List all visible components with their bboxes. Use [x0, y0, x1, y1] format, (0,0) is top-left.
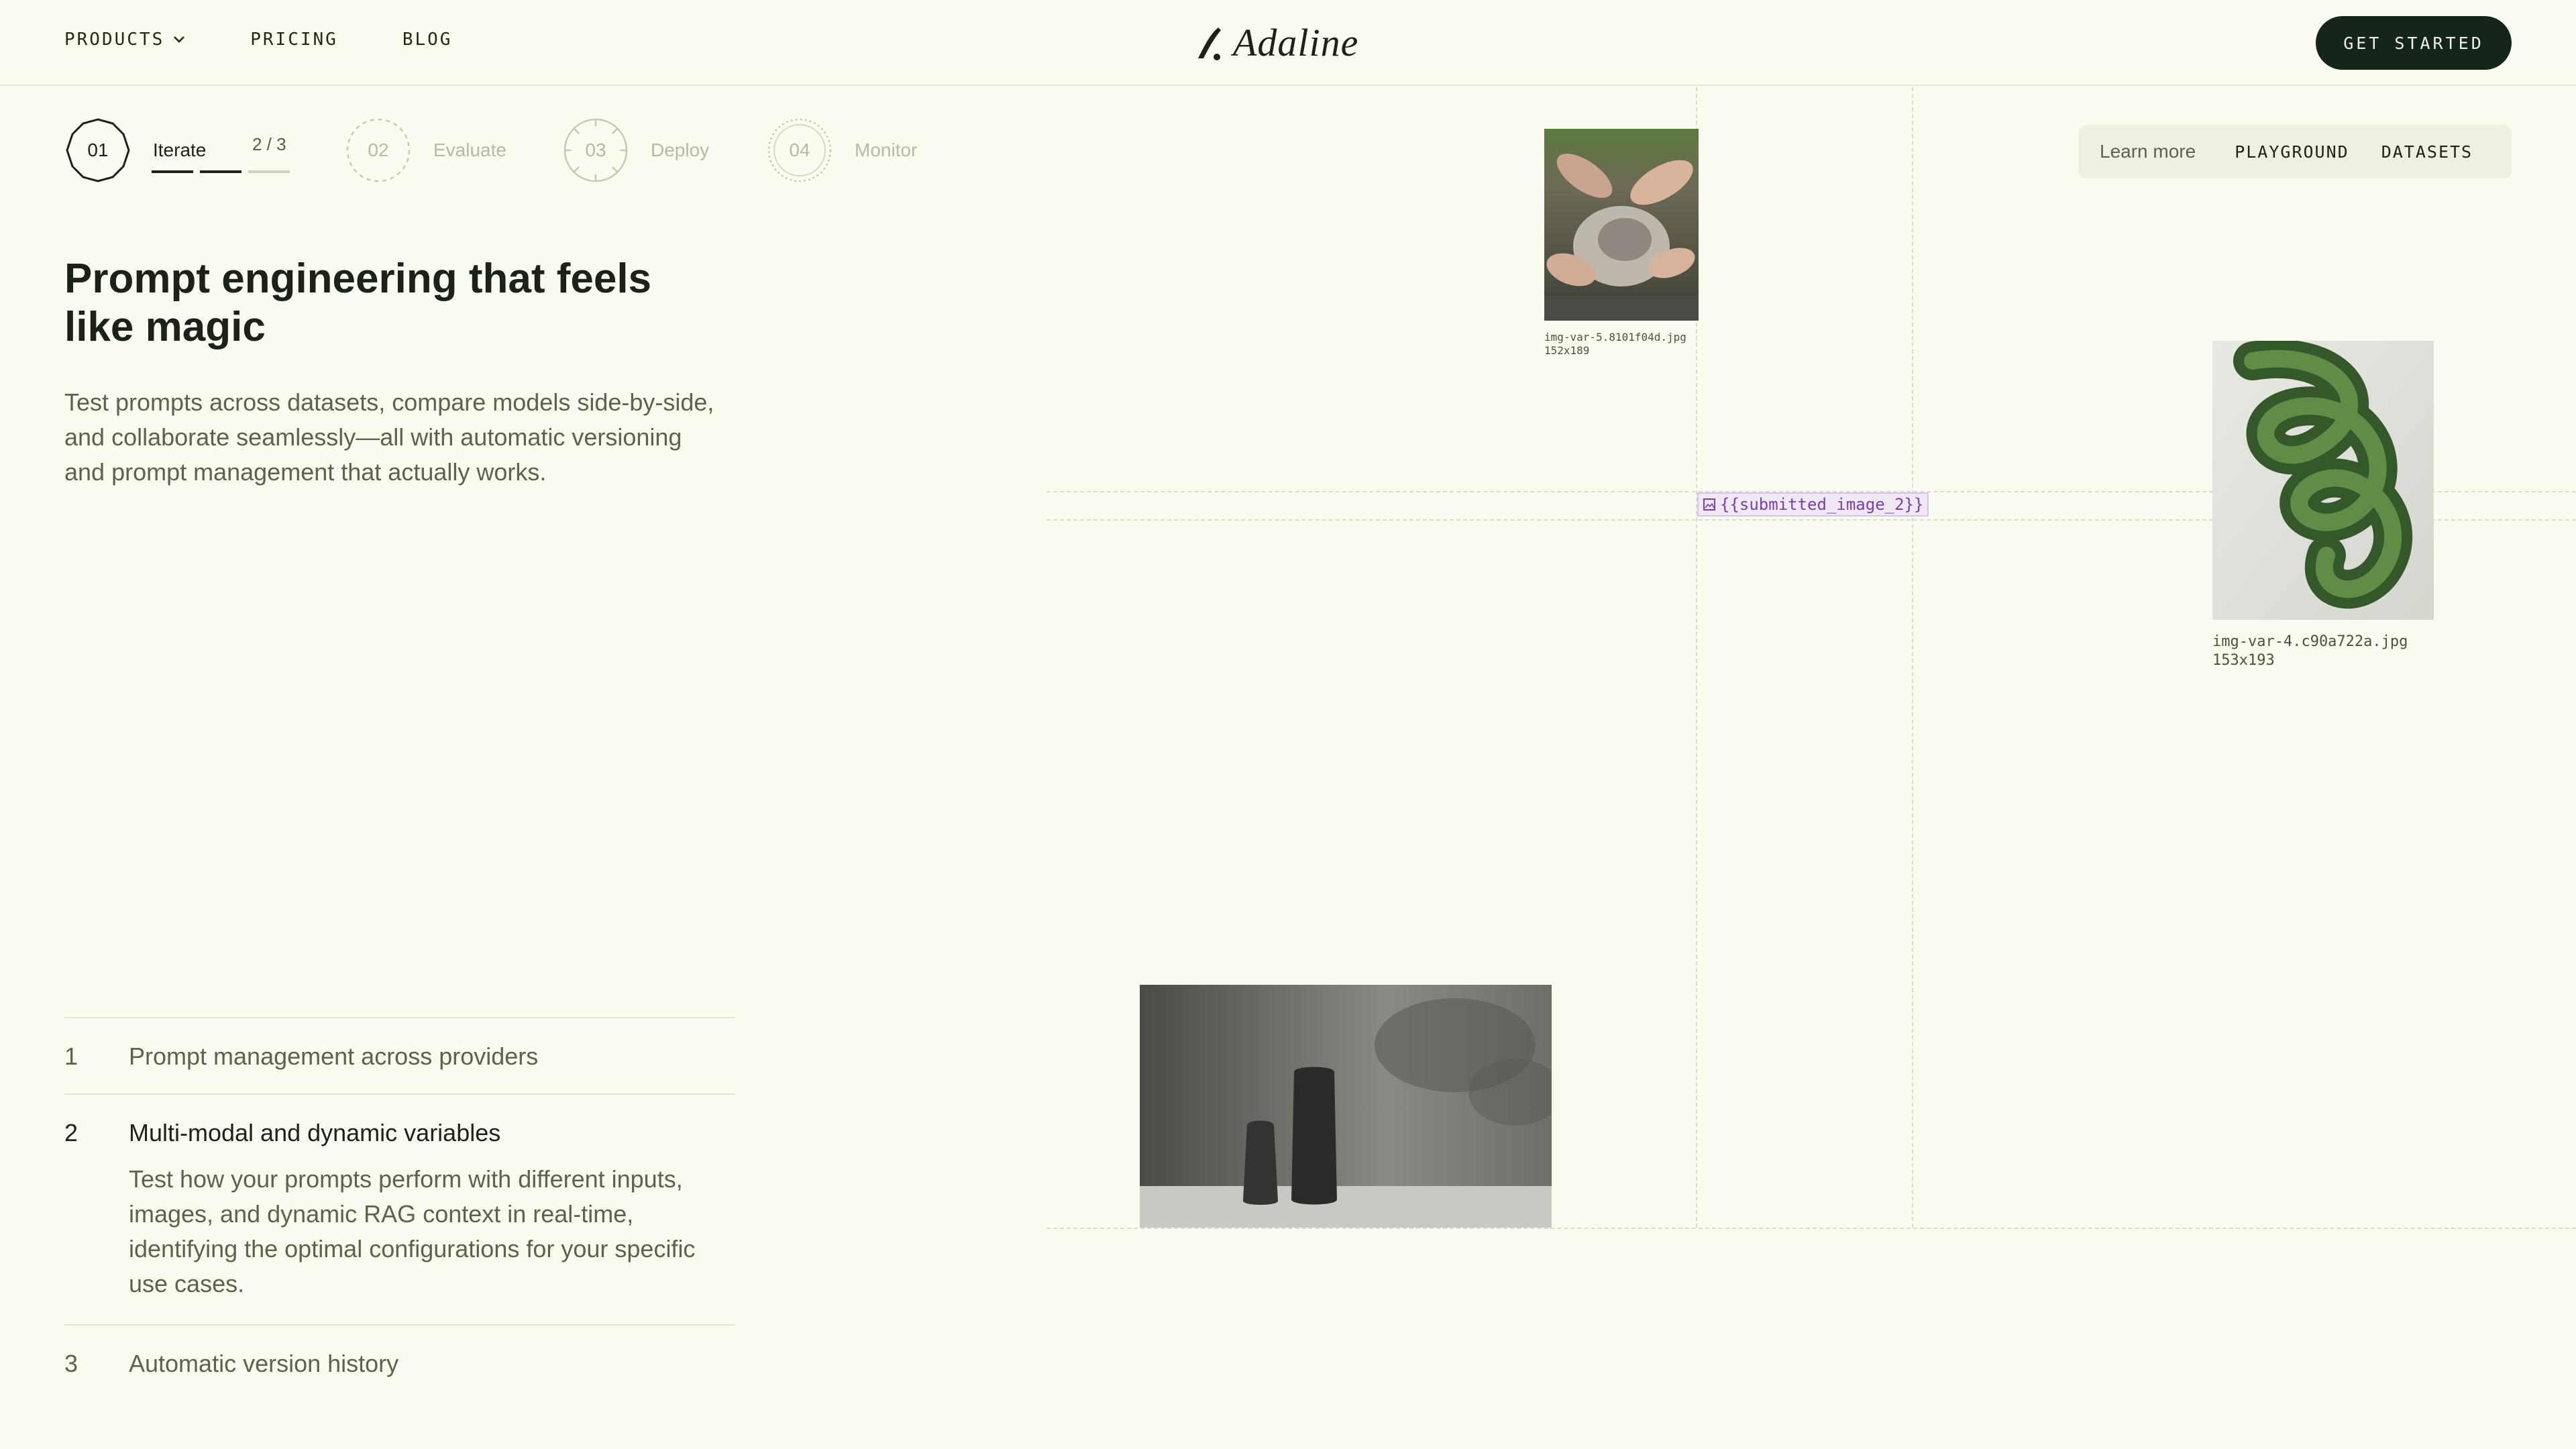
- logo-mark-icon: [1198, 27, 1221, 60]
- product-tabs: Learn more PLAYGROUND DATASETS: [2078, 125, 2512, 178]
- site-header: PRODUCTS PRICING BLOG Adaline GET STARTE…: [0, 0, 2576, 86]
- step-label: Deploy: [651, 140, 710, 160]
- step-number: 03: [585, 140, 606, 160]
- feature-number: 1: [64, 1042, 78, 1070]
- hands-clay-image: [1544, 129, 1699, 321]
- nav-products-label: PRODUCTS: [64, 30, 165, 50]
- step-badge: 02: [345, 117, 412, 184]
- feature-item-3[interactable]: 3 Automatic version history: [64, 1324, 735, 1401]
- image-card-2[interactable]: img-var-4.c90a722a.jpg 153x193: [2212, 339, 2434, 669]
- logo[interactable]: Adaline: [1194, 20, 1358, 65]
- step-badge: 01: [64, 117, 131, 184]
- page-title: Prompt engineering that feels like magic: [64, 255, 668, 352]
- image-card-1[interactable]: img-var-5.8101f04d.jpg 152x189: [1544, 129, 1699, 358]
- green-knot-image: [2212, 339, 2434, 620]
- feature-number: 2: [64, 1119, 78, 1146]
- nav-pricing-label: PRICING: [250, 30, 338, 50]
- step-progress-count: 2 / 3: [252, 134, 286, 154]
- image-caption: img-var-5.8101f04d.jpg 152x189: [1544, 331, 1699, 358]
- feature-description: Test how your prompts perform with diffe…: [129, 1165, 696, 1297]
- feature-title: Automatic version history: [129, 1350, 399, 1377]
- learn-more-label[interactable]: Learn more: [2100, 141, 2196, 162]
- feature-item-1[interactable]: 1 Prompt management across providers: [64, 1017, 735, 1093]
- feature-number: 3: [64, 1350, 78, 1377]
- image-filename: img-var-5.8101f04d.jpg: [1544, 331, 1686, 343]
- variable-chip[interactable]: {{submitted_image_2}}: [1697, 492, 1929, 517]
- nav-pricing[interactable]: PRICING: [250, 30, 338, 50]
- feature-title: Prompt management across providers: [129, 1042, 539, 1070]
- image-dimensions: 152x189: [1544, 344, 1590, 357]
- hero-description: Test prompts across datasets, compare mo…: [64, 388, 714, 486]
- feature-title: Multi-modal and dynamic variables: [129, 1119, 501, 1146]
- variable-chip-text: {{submitted_image_2}}: [1720, 495, 1924, 514]
- step-label: Iterate: [153, 140, 207, 160]
- image-dimensions: 153x193: [2212, 651, 2275, 669]
- logo-text: Adaline: [1233, 21, 1359, 64]
- nav-blog[interactable]: BLOG: [402, 30, 453, 50]
- step-evaluate[interactable]: 02 Evaluate: [345, 117, 506, 184]
- step-badge: 04: [766, 117, 833, 184]
- image-caption: img-var-4.c90a722a.jpg 153x193: [2212, 633, 2434, 669]
- progress-segment: [152, 170, 193, 173]
- progress-segment: [248, 170, 290, 173]
- image-card-3[interactable]: [1140, 985, 1562, 1231]
- guide-line: [1912, 87, 1913, 1228]
- feature-item-2[interactable]: 2 Multi-modal and dynamic variables Test…: [64, 1093, 735, 1324]
- title-line-2: like magic: [64, 304, 266, 350]
- step-number: 04: [789, 140, 810, 160]
- get-started-button[interactable]: GET STARTED: [2316, 16, 2512, 70]
- tab-playground[interactable]: PLAYGROUND: [2235, 142, 2349, 162]
- feature-list: 1 Prompt management across providers 2 M…: [64, 1017, 735, 1401]
- step-monitor[interactable]: 04 Monitor: [766, 117, 917, 184]
- nav-products[interactable]: PRODUCTS: [64, 30, 186, 50]
- image-icon: [1703, 498, 1715, 511]
- step-number: 02: [368, 140, 389, 160]
- step-iterate[interactable]: 01 Iterate: [64, 117, 206, 184]
- vases-image: [1140, 985, 1562, 1228]
- step-number: 01: [87, 140, 109, 160]
- image-filename: img-var-4.c90a722a.jpg: [2212, 633, 2408, 650]
- step-label: Monitor: [855, 140, 918, 160]
- main-nav: PRODUCTS PRICING BLOG: [64, 30, 517, 50]
- step-label: Evaluate: [433, 140, 506, 160]
- progress-segment: [200, 170, 241, 173]
- tab-datasets[interactable]: DATASETS: [2381, 142, 2473, 162]
- step-progress-bars: [152, 170, 297, 173]
- chevron-down-icon: [174, 36, 185, 43]
- step-deploy[interactable]: 03 Deploy: [562, 117, 709, 184]
- step-badge: 03: [562, 117, 629, 184]
- title-line-1: Prompt engineering that feels: [64, 256, 652, 302]
- nav-blog-label: BLOG: [402, 30, 453, 50]
